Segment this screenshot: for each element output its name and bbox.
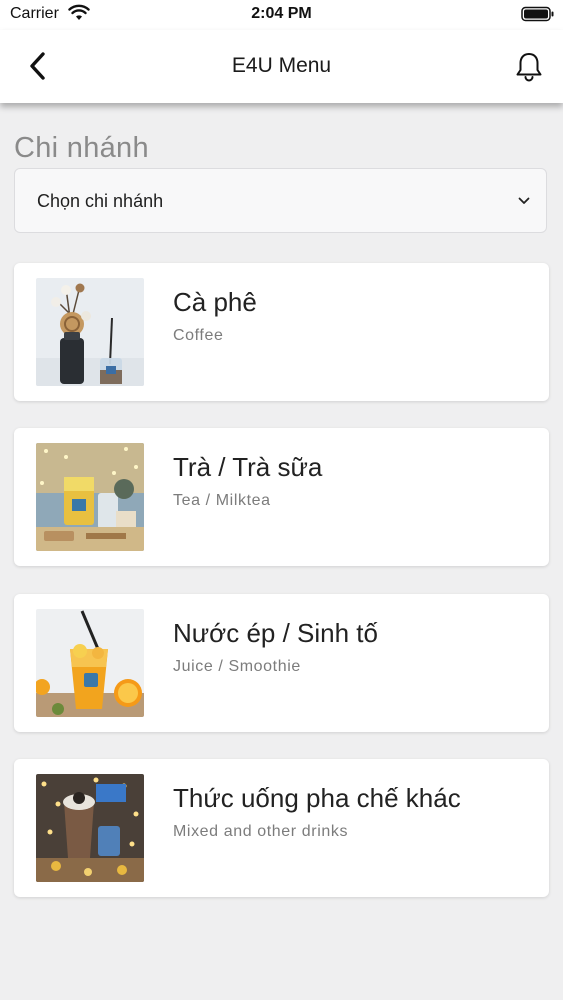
status-bar: Carrier 2:04 PM [0, 0, 563, 30]
category-card-tea[interactable]: Trà / Trà sữa Tea / Milktea [14, 428, 549, 566]
page-title: E4U Menu [231, 54, 332, 77]
nav-bar: E4U Menu [0, 30, 563, 103]
category-title: Nước ép / Sinh tố [173, 618, 378, 648]
category-image-juice [36, 609, 144, 717]
category-subtitle: Tea / Milktea [173, 492, 271, 509]
category-card-coffee[interactable]: Cà phê Coffee [14, 263, 549, 401]
category-card-mixed[interactable]: Thức uống pha chế khác Mixed and other d… [14, 759, 549, 897]
category-image-tea [36, 443, 144, 551]
category-subtitle: Mixed and other drinks [173, 823, 349, 840]
branch-select-value: Chọn chi nhánh [37, 191, 164, 211]
category-title: Thức uống pha chế khác [173, 783, 461, 813]
status-time: 2:04 PM [251, 5, 312, 22]
chevron-down-icon [518, 197, 530, 204]
bell-icon [516, 53, 542, 82]
category-card-juice[interactable]: Nước ép / Sinh tố Juice / Smoothie [14, 594, 549, 732]
category-title: Cà phê [173, 287, 257, 317]
category-subtitle: Juice / Smoothie [173, 658, 301, 675]
branch-heading: Chi nhánh [14, 132, 149, 164]
category-image-coffee [36, 278, 144, 386]
category-title: Trà / Trà sữa [173, 452, 323, 482]
category-image-mixed [36, 774, 144, 882]
category-subtitle: Coffee [173, 327, 224, 344]
branch-select[interactable]: Chọn chi nhánh [14, 168, 547, 233]
notification-button[interactable] [512, 50, 546, 84]
battery-icon [521, 6, 554, 22]
